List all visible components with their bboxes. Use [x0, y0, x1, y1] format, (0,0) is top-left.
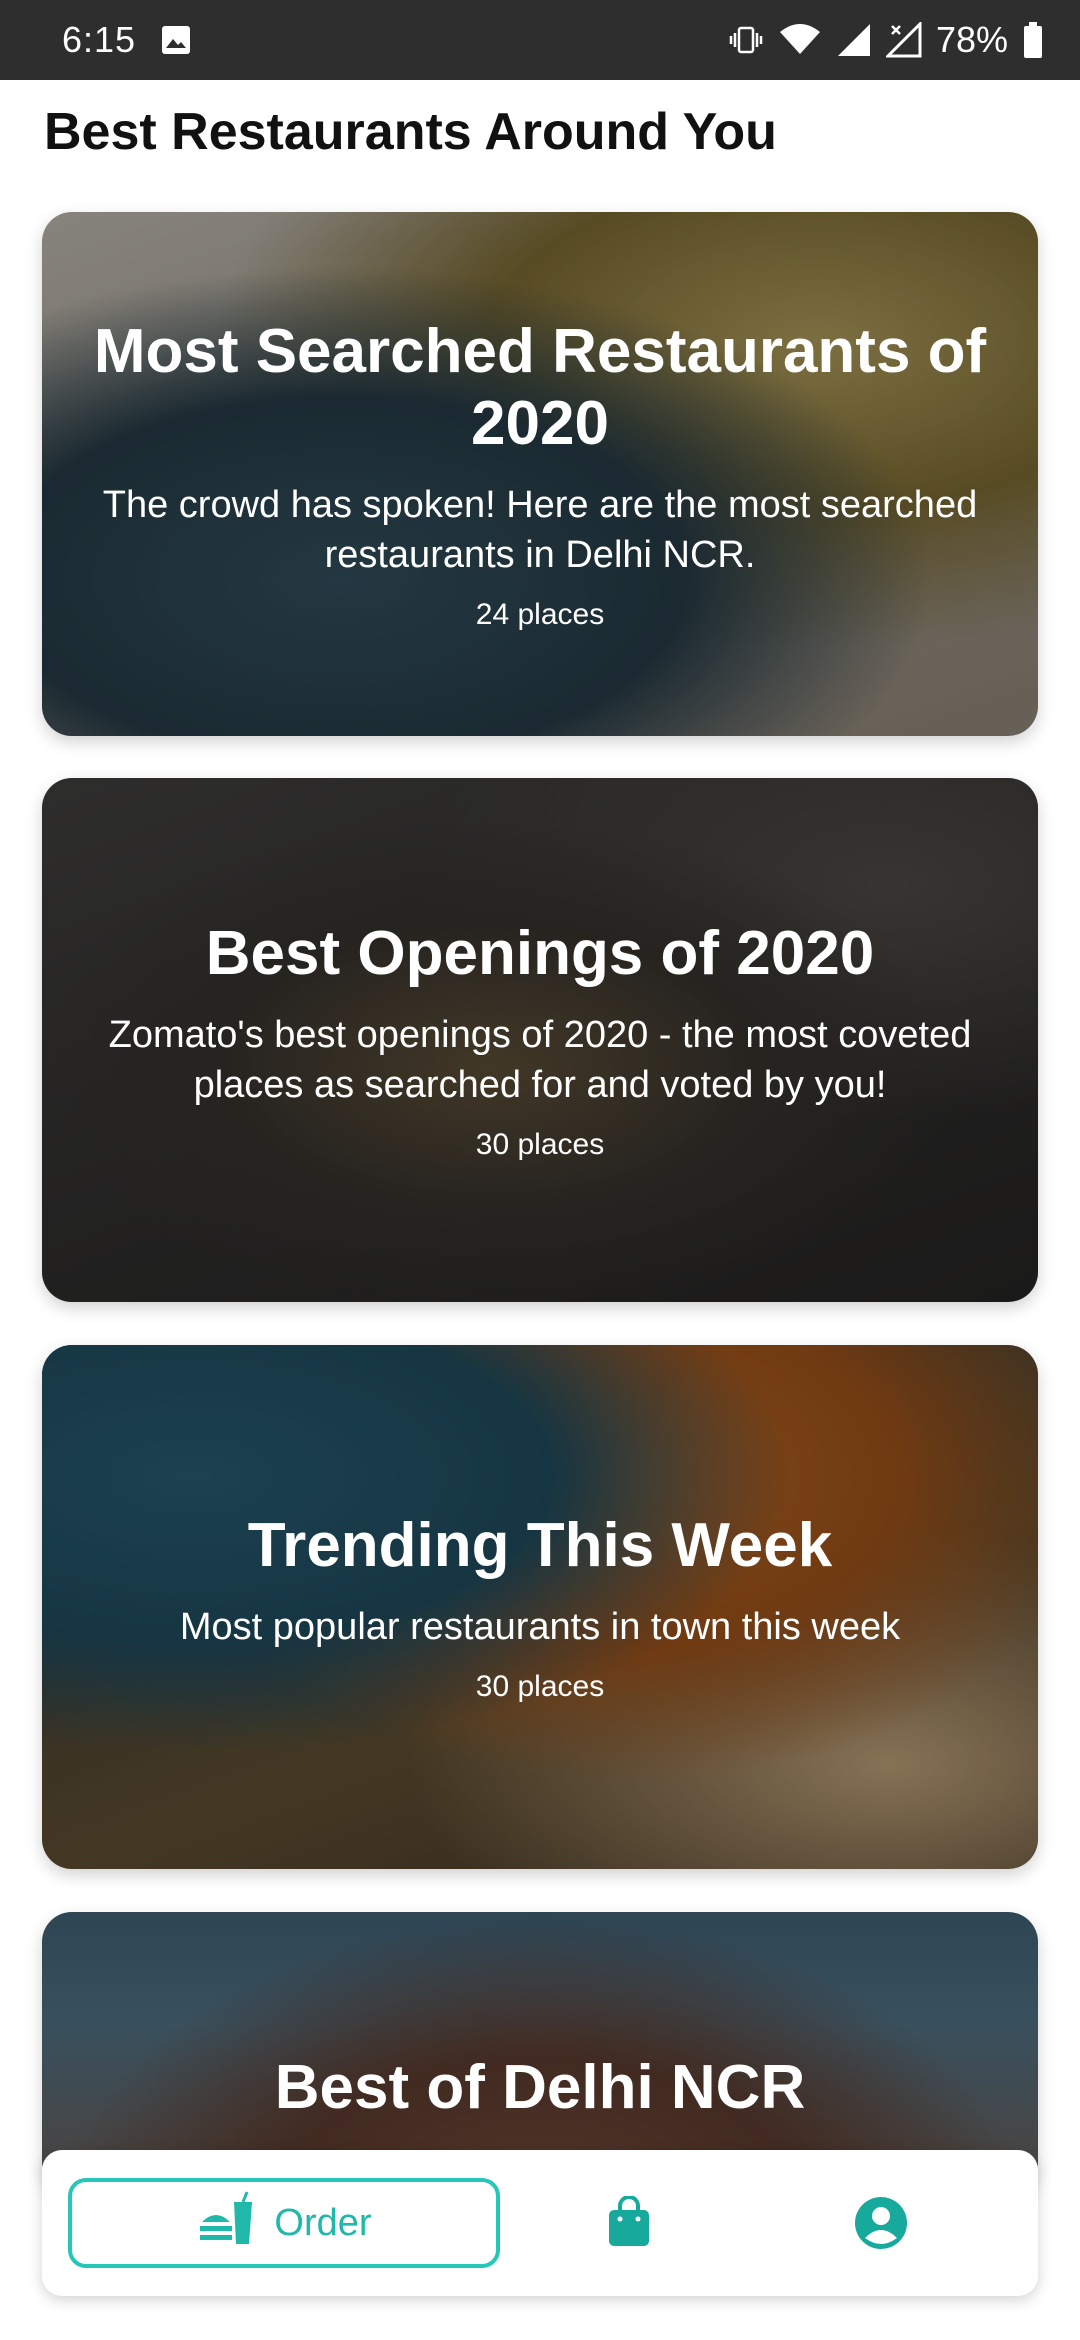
- gallery-icon: [160, 24, 192, 56]
- order-tab-label: Order: [274, 2201, 372, 2244]
- collection-description: Zomato's best openings of 2020 - the mos…: [108, 1014, 972, 1106]
- vibrate-icon: [728, 22, 764, 58]
- collection-card[interactable]: Best Openings of 2020 Zomato's best open…: [42, 778, 1038, 1302]
- bottom-navigation: Order: [42, 2150, 1038, 2296]
- status-time: 6:15: [62, 19, 137, 60]
- collection-title: Best Openings of 2020: [205, 919, 875, 988]
- battery-percent: 78%: [935, 19, 1008, 60]
- collection-place-count: 24 places: [475, 598, 605, 631]
- collection-title: Most Searched Restaurants of 2020: [93, 317, 987, 458]
- shopping-bag-button[interactable]: [606, 2195, 652, 2253]
- profile-button[interactable]: [854, 2196, 908, 2255]
- collection-title: Best of Delhi NCR: [274, 2053, 806, 2122]
- signal-r-icon: [836, 22, 872, 58]
- battery-icon: [1022, 21, 1044, 59]
- status-bar: 6:15 78%: [0, 0, 1080, 80]
- collection-description: Most popular restaurants in town this we…: [179, 1606, 901, 1648]
- collection-card[interactable]: Trending This Week Most popular restaura…: [42, 1345, 1038, 1869]
- order-food-icon: [196, 2190, 256, 2256]
- collection-place-count: 30 places: [475, 1670, 605, 1703]
- page-title: Best Restaurants Around You: [44, 103, 777, 161]
- account-icon: [854, 2197, 908, 2254]
- collection-description: The crowd has spoken! Here are the most …: [102, 484, 978, 576]
- shopping-bag-icon: [606, 2195, 652, 2252]
- wifi-icon: [778, 22, 822, 58]
- collection-place-count: 30 places: [475, 1128, 605, 1161]
- order-tab-button[interactable]: Order: [68, 2178, 500, 2268]
- collection-card[interactable]: Most Searched Restaurants of 2020 The cr…: [42, 212, 1038, 736]
- signal-x-icon: [885, 22, 922, 58]
- collection-title: Trending This Week: [247, 1511, 833, 1580]
